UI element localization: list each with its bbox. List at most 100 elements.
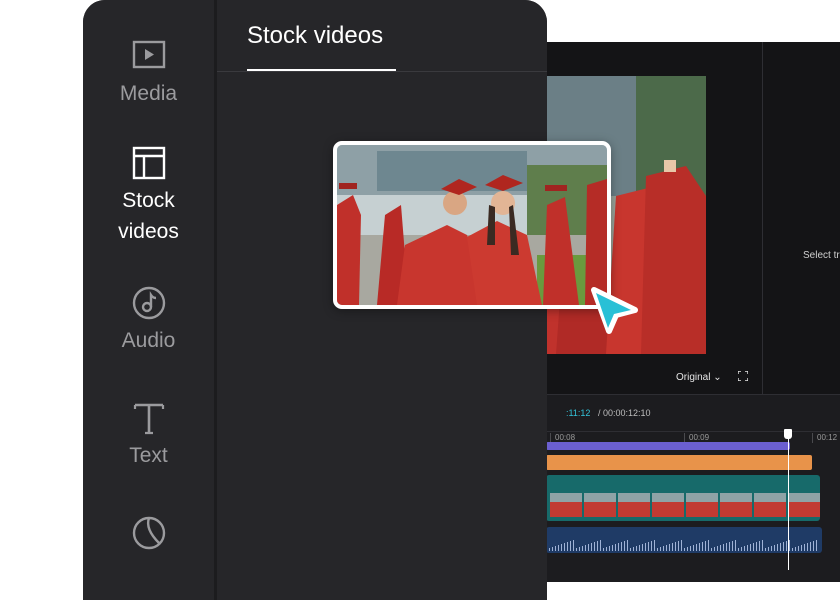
audio-icon [132, 286, 165, 320]
audio-waveform-bar [774, 545, 775, 551]
audio-waveform-bar [756, 542, 757, 551]
audio-waveform-bar [795, 547, 796, 551]
audio-waveform-bar [630, 548, 631, 551]
video-track-thumbnail [720, 493, 752, 517]
audio-waveform-bar [600, 540, 601, 551]
audio-waveform-bar [705, 541, 706, 551]
sidebar-item-label: Text [129, 444, 168, 467]
stock-videos-icon [132, 146, 165, 180]
media-icon [132, 40, 165, 69]
audio-waveform-bar [741, 547, 742, 551]
audio-waveform-bar [780, 543, 781, 551]
audio-waveform-bar [657, 548, 658, 551]
audio-waveform-bar [708, 540, 709, 551]
audio-waveform-bar [651, 541, 652, 551]
audio-track-clip[interactable] [546, 527, 822, 553]
sidebar-item-text[interactable]: Text [83, 400, 214, 471]
audio-waveform-bar [720, 545, 721, 551]
audio-waveform-bar [597, 541, 598, 551]
preview-controls: Original ⌄ [530, 364, 762, 390]
audio-waveform-bar [696, 544, 697, 551]
audio-waveform-bar [753, 543, 754, 551]
audio-waveform-bar [588, 544, 589, 551]
audio-waveform-bar [789, 540, 790, 551]
audio-waveform-bar [567, 542, 568, 551]
audio-waveform-bar [687, 547, 688, 551]
audio-waveform-bar [765, 548, 766, 551]
audio-waveform-bar [585, 545, 586, 551]
playhead-handle[interactable] [784, 429, 792, 439]
audio-waveform-bar [612, 545, 613, 551]
audio-waveform-bar [747, 545, 748, 551]
audio-waveform-bar [681, 540, 682, 551]
audio-waveform-bar [609, 546, 610, 551]
audio-waveform-bar [579, 547, 580, 551]
audio-waveform-bar [558, 545, 559, 551]
audio-waveform-bar [552, 547, 553, 551]
video-track-clip[interactable] [546, 475, 820, 521]
audio-waveform-bar [801, 545, 802, 551]
audio-waveform-bar [729, 542, 730, 551]
tab-stock-videos[interactable]: Stock videos [247, 22, 383, 50]
audio-waveform-bar [759, 541, 760, 551]
aspect-ratio-label: Original [676, 372, 711, 383]
audio-waveform-bar [621, 542, 622, 551]
sidebar-item-audio[interactable]: Audio [83, 285, 214, 356]
audio-waveform-bar [717, 546, 718, 551]
sidebar: Media Stock videos Audio Text [83, 0, 214, 600]
video-track-thumbnail [788, 493, 820, 517]
audio-waveform-bar [561, 544, 562, 551]
audio-waveform-bar [660, 547, 661, 551]
audio-waveform-bar [618, 543, 619, 551]
audio-waveform-bar [699, 543, 700, 551]
audio-waveform-bar [777, 544, 778, 551]
audio-waveform-bar [810, 542, 811, 551]
aspect-ratio-dropdown[interactable]: Original ⌄ [676, 372, 722, 383]
audio-waveform-bar [672, 543, 673, 551]
audio-waveform-bar [714, 547, 715, 551]
sidebar-item-stock-videos[interactable]: Stock videos [83, 145, 214, 247]
audio-waveform-bar [666, 545, 667, 551]
audio-waveform-bar [549, 548, 550, 551]
video-track-thumbnail [618, 493, 650, 517]
effect-track-clip[interactable] [546, 442, 790, 450]
playhead-line[interactable] [788, 430, 789, 570]
audio-waveform-bar [669, 544, 670, 551]
audio-waveform-bar [654, 540, 655, 551]
audio-waveform-bar [627, 540, 628, 551]
audio-waveform-bar [570, 541, 571, 551]
audio-waveform-bar [792, 548, 793, 551]
audio-waveform-bar [738, 548, 739, 551]
video-track-thumbnail [550, 493, 582, 517]
current-timecode: :11:12 [566, 408, 591, 418]
video-track-thumbnail [584, 493, 616, 517]
sidebar-item-media[interactable]: Media [83, 38, 214, 109]
text-icon [133, 403, 164, 435]
audio-waveform-bar [615, 544, 616, 551]
audio-waveform-bar [555, 546, 556, 551]
sidebar-item-label: Media [119, 82, 178, 105]
timecode-bar: :11:12 / 00:00:12:10 [530, 394, 840, 432]
audio-waveform-bar [603, 548, 604, 551]
video-track-thumbnail [686, 493, 718, 517]
tab-divider [217, 71, 547, 72]
audio-waveform-bar [576, 548, 577, 551]
audio-waveform-bar [591, 543, 592, 551]
dragged-stock-video-card[interactable] [333, 141, 611, 309]
overlay-track-clip[interactable] [546, 455, 812, 470]
sidebar-item-stickers[interactable] [83, 515, 214, 555]
video-track-thumbnail [652, 493, 684, 517]
audio-waveform-bar [735, 540, 736, 551]
ruler-label: 00:12 [812, 433, 837, 443]
audio-waveform-bar [768, 547, 769, 551]
audio-waveform-bar [678, 541, 679, 551]
fullscreen-icon[interactable] [738, 371, 748, 381]
audio-waveform-bar [807, 543, 808, 551]
audio-waveform-bar [663, 546, 664, 551]
audio-waveform-bar [675, 542, 676, 551]
audio-waveform-bar [783, 542, 784, 551]
sidebar-item-label: Audio [121, 329, 176, 352]
audio-waveform-bar [813, 541, 814, 551]
chevron-down-icon: ⌄ [713, 372, 722, 383]
audio-waveform-bar [723, 544, 724, 551]
